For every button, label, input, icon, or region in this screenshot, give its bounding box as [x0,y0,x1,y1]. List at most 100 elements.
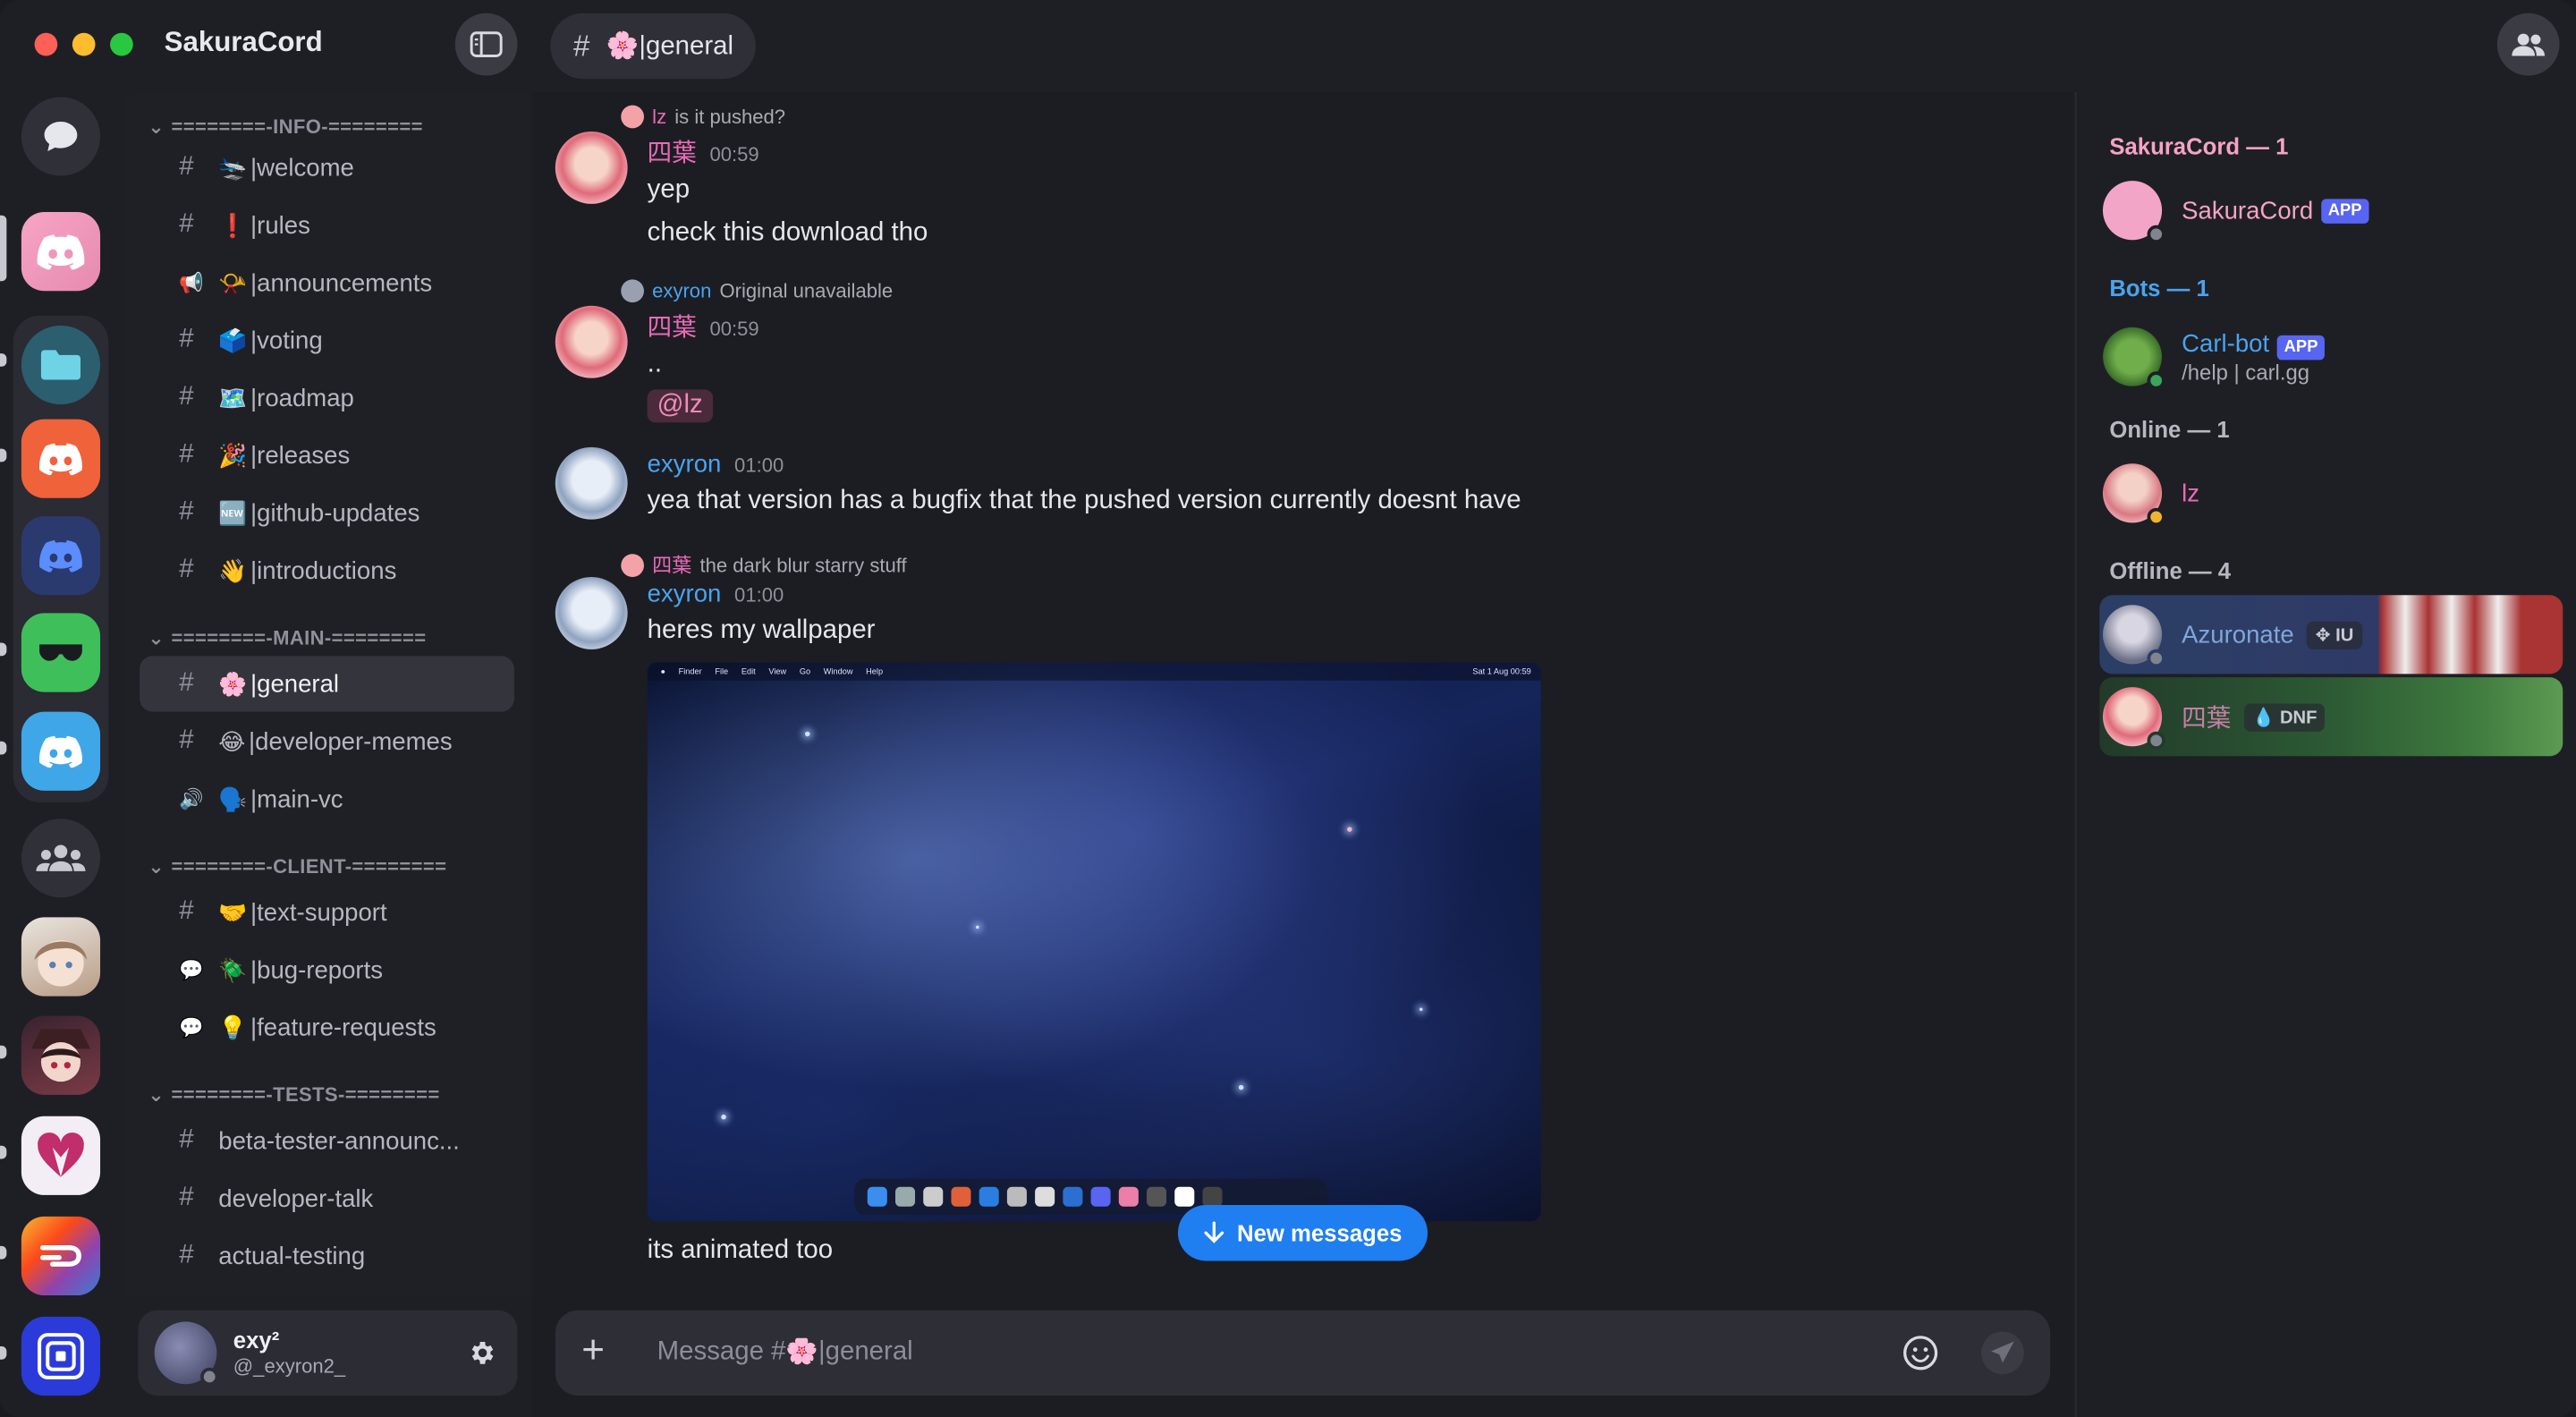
menubar-item: Edit [741,666,756,677]
wallpaper-menubar: ● Finder File Edit View Go Window Help S… [647,662,1541,681]
channel-welcome[interactable]: # 🛬 |welcome [140,140,514,195]
menubar-item: View [768,666,787,677]
channel-developer-memes[interactable]: # 😂 |developer-memes [140,714,514,769]
discord-logo-icon [39,735,82,768]
channel-text-support[interactable]: # 🤝 |text-support [140,885,514,940]
reply-text: is it pushed? [674,105,786,129]
message-author[interactable]: exyron [648,581,722,608]
anime-avatar-icon [34,940,88,987]
message-input[interactable] [657,1337,1860,1368]
channel-name: |github-updates [250,498,420,527]
server-rail [0,90,122,1417]
hash-icon: # [179,1184,194,1212]
category-tests[interactable]: ⌄ ========-TESTS-======== [148,1083,439,1107]
direct-messages-button[interactable] [21,97,101,176]
app-badge: APP [2277,334,2325,360]
channel-roadmap[interactable]: # 🗺️ |roadmap [140,369,514,425]
hash-icon: # [179,1241,194,1269]
member-yotsuba[interactable]: 四葉 💧 DNF [2099,677,2563,757]
menubar-clock: Sat 1 Aug 00:59 [1472,666,1531,677]
server-heart-logo[interactable] [21,1116,101,1195]
channel-bug-reports[interactable]: 💬 🪲 |bug-reports [140,942,514,997]
channel-developer-talk[interactable]: # developer-talk [140,1170,514,1226]
channel-announcements[interactable]: 📢 📯 |announcements [140,255,514,310]
channel-emoji: 👋 [218,556,248,583]
new-messages-button[interactable]: New messages [1177,1204,1428,1261]
server-gradient-logo[interactable] [21,1216,101,1296]
minimize-window-button[interactable] [72,32,96,56]
server-discord-orange[interactable] [21,419,101,498]
image-attachment[interactable]: ● Finder File Edit View Go Window Help S… [647,662,1541,1222]
avatar[interactable] [154,1321,219,1387]
server-anime-avatar-1[interactable] [21,917,101,997]
member-sakuracord[interactable]: SakuraCord APP [2099,171,2563,250]
avatar[interactable] [555,305,628,378]
channel-emoji: 🪲 [218,955,248,982]
member-carl-bot[interactable]: Carl-bot APP /help | carl.gg [2099,316,2563,398]
user-mention[interactable]: @lz [647,389,713,423]
reply-preview[interactable]: 四葉 the dark blur starry stuff [621,551,907,579]
emoji-picker-button[interactable] [1899,1331,1942,1374]
reply-preview[interactable]: lz is it pushed? [621,105,786,129]
reply-text: the dark blur starry stuff [699,553,907,577]
channel-github-updates[interactable]: # 🆕 |github-updates [140,485,514,540]
avatar[interactable] [555,576,628,649]
server-discord-blue[interactable] [21,711,101,791]
message-author[interactable]: 四葉 [648,314,697,342]
smiley-icon [1903,1336,1938,1370]
chevron-down-icon: ⌄ [148,115,165,139]
message-author[interactable]: exyron [648,451,722,479]
hash-icon: # [179,325,194,354]
channel-main-vc[interactable]: 🔊 🗣️ |main-vc [140,771,514,827]
member-group-header: Online — 1 [2109,415,2230,443]
server-vesktop[interactable] [21,613,101,692]
member-lz[interactable]: lz [2099,454,2563,532]
server-groups[interactable] [21,819,101,898]
channel-releases[interactable]: # 🎉 |releases [140,428,514,483]
category-info[interactable]: ⌄ ========-INFO-======== [148,115,423,139]
member-list-toggle-button[interactable] [2496,13,2560,76]
send-button[interactable] [1981,1331,2024,1375]
category-main[interactable]: ⌄ ========-MAIN-======== [148,626,426,649]
close-window-button[interactable] [34,32,58,56]
channel-introductions[interactable]: # 👋 |introductions [140,542,514,598]
channel-actual-testing[interactable]: # actual-testing [140,1228,514,1284]
channel-general[interactable]: # 🌸 |general [140,656,514,712]
tab-label: 🌸|general [606,30,733,63]
server-anime-avatar-2[interactable] [21,1015,101,1095]
guild-tag: 💧 DNF [2243,702,2326,731]
user-panel[interactable]: exy² @_exyron2_ [138,1310,518,1396]
category-client[interactable]: ⌄ ========-CLIENT-======== [148,855,446,878]
people-icon [36,844,86,871]
hash-icon: # [179,383,194,412]
channel-feature-requests[interactable]: 💬 💡 |feature-requests [140,999,514,1055]
channel-name: |text-support [250,898,387,927]
channel-name: |announcements [250,268,433,297]
member-azuronate[interactable]: Azuronate ✥ IU [2099,595,2563,675]
menubar-item: Finder [678,666,702,677]
server-discord-dark[interactable] [21,516,101,596]
member-name: SakuraCord [2182,196,2314,225]
reply-preview[interactable]: exyron Original unavailable [621,279,893,303]
avatar[interactable] [555,132,628,204]
channel-beta-tester-announcements[interactable]: # beta-tester-announc... [140,1113,514,1168]
message-author[interactable]: 四葉 [648,140,697,167]
channel-emoji: 🗺️ [218,384,248,411]
channel-name: |rules [250,211,310,240]
avatar[interactable] [555,446,628,520]
server-sakuracord[interactable] [21,212,101,292]
user-settings-button[interactable] [462,1333,501,1372]
channel-emoji: 🤝 [218,898,248,925]
category-label: ========-MAIN-======== [171,626,427,649]
sidebar-toggle-button[interactable] [454,13,518,76]
tab-general[interactable]: # 🌸|general [550,13,757,80]
server-squares-logo[interactable] [21,1316,101,1396]
zoom-window-button[interactable] [110,32,133,56]
channel-rules[interactable]: # ❗ |rules [140,198,514,253]
server-folder[interactable] [21,325,101,405]
hash-icon: # [179,897,194,926]
message-timestamp: 00:59 [709,142,759,166]
channel-voting[interactable]: # 🗳️ |voting [140,312,514,368]
attach-button[interactable]: + [581,1331,617,1370]
channel-emoji: 🗳️ [218,326,248,353]
